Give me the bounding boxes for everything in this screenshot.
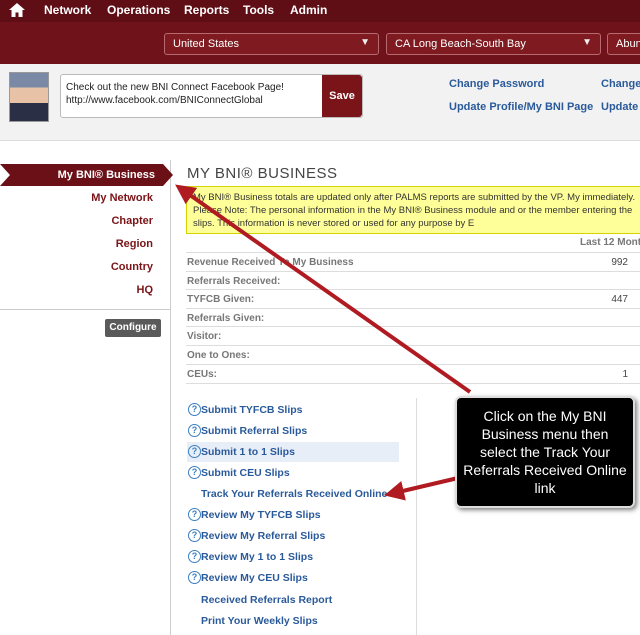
print-weekly-slips-link[interactable]: Print Your Weekly Slips [187, 611, 399, 631]
help-icon[interactable]: ? [188, 445, 201, 458]
nav-operations[interactable]: Operations [107, 3, 170, 17]
nav-admin[interactable]: Admin [290, 3, 327, 17]
link-label[interactable]: Submit CEU Slips [201, 467, 290, 479]
nav-tools[interactable]: Tools [243, 3, 274, 17]
change-password-link[interactable]: Change Password [449, 78, 544, 90]
link-label[interactable]: Review My 1 to 1 Slips [201, 551, 313, 563]
save-button[interactable]: Save [322, 75, 362, 117]
submit-tyfcb-link[interactable]: ? Submit TYFCB Slips [187, 400, 399, 420]
received-referrals-report-link[interactable]: Received Referrals Report [187, 590, 399, 610]
link-label[interactable]: Received Referrals Report [201, 594, 332, 606]
sidebar-item-chapter[interactable]: Chapter [111, 215, 153, 227]
country-select[interactable]: United States ▼ [164, 33, 379, 55]
notice-banner: My BNI® Business totals are updated only… [186, 186, 640, 234]
sidebar-notch [0, 164, 10, 186]
stat-row: Revenue Received To My Business 992 [186, 252, 640, 271]
chevron-down-icon: ▼ [360, 37, 370, 48]
home-icon[interactable] [9, 3, 25, 17]
help-icon[interactable]: ? [188, 466, 201, 479]
stat-label: Referrals Received: [187, 276, 281, 287]
main-nav: Network Operations Reports Tools Admin [0, 0, 640, 22]
status-message-text[interactable]: Check out the new BNI Connect Facebook P… [66, 81, 316, 107]
link-label[interactable]: Review My CEU Slips [201, 572, 308, 584]
link-label[interactable]: Print Your Weekly Slips [201, 615, 318, 627]
instruction-callout: Click on the My BNI Business menu then s… [455, 396, 635, 508]
nav-reports[interactable]: Reports [184, 3, 229, 17]
divider [0, 309, 170, 310]
stat-row: Referrals Received: [186, 271, 640, 290]
review-referral-link[interactable]: ? Review My Referral Slips [187, 526, 399, 546]
stat-value: 992 [611, 257, 628, 268]
sidebar-item-label: My BNI® Business [57, 169, 155, 181]
stat-label: Referrals Given: [187, 313, 265, 324]
stat-value: 1 [622, 369, 628, 380]
stat-label: Visitor: [187, 331, 222, 342]
configure-button[interactable]: Configure [105, 319, 161, 337]
link-label[interactable]: Track Your Referrals Received Online [201, 488, 387, 500]
stat-label: One to Ones: [187, 350, 250, 361]
update-profile-link[interactable]: Update Profile/My BNI Page [449, 101, 593, 113]
stat-label: CEUs: [187, 369, 218, 380]
stat-row: CEUs: 1 [186, 364, 640, 384]
stat-row: Referrals Given: [186, 308, 640, 327]
chevron-down-icon: ▼ [582, 37, 592, 48]
sidebar [0, 160, 171, 635]
stat-label: TYFCB Given: [187, 294, 255, 305]
country-select-value: United States [173, 38, 240, 50]
stat-row: TYFCB Given: 447 [186, 289, 640, 308]
avatar[interactable] [9, 72, 49, 122]
stat-row: One to Ones: [186, 345, 640, 364]
track-referrals-link[interactable]: Track Your Referrals Received Online [187, 484, 399, 504]
update-link[interactable]: Update I [601, 101, 640, 113]
help-icon[interactable]: ? [188, 571, 201, 584]
period-header: Last 12 Mont [580, 237, 640, 248]
status-message-box[interactable]: Check out the new BNI Connect Facebook P… [60, 74, 363, 118]
sidebar-item-country[interactable]: Country [111, 261, 153, 273]
chapter-select-value: Abun [616, 38, 640, 50]
sidebar-item-hq[interactable]: HQ [137, 284, 154, 296]
help-icon[interactable]: ? [188, 508, 201, 521]
stat-row: Visitor: [186, 326, 640, 345]
nav-network[interactable]: Network [44, 3, 91, 17]
help-icon[interactable]: ? [188, 424, 201, 437]
submit-ceu-link[interactable]: ? Submit CEU Slips [187, 463, 399, 483]
review-ceu-link[interactable]: ? Review My CEU Slips [187, 568, 399, 588]
review-tyfcb-link[interactable]: ? Review My TYFCB Slips [187, 505, 399, 525]
region-select-value: CA Long Beach-South Bay [395, 38, 526, 50]
help-icon[interactable]: ? [188, 403, 201, 416]
sidebar-item-region[interactable]: Region [116, 238, 153, 250]
change-link[interactable]: Change [601, 78, 640, 90]
submit-referral-link[interactable]: ? Submit Referral Slips [187, 421, 399, 441]
sidebar-item-my-network[interactable]: My Network [91, 192, 153, 204]
stat-value: 447 [611, 294, 628, 305]
sidebar-item-my-bni-business[interactable]: My BNI® Business [0, 164, 173, 186]
submit-1to1-link[interactable]: ? Submit 1 to 1 Slips [187, 442, 399, 462]
link-label[interactable]: Review My Referral Slips [201, 530, 325, 542]
page-title: MY BNI® BUSINESS [187, 165, 338, 182]
review-1to1-link[interactable]: ? Review My 1 to 1 Slips [187, 547, 399, 567]
link-label[interactable]: Submit TYFCB Slips [201, 404, 303, 416]
help-icon[interactable]: ? [188, 550, 201, 563]
link-label[interactable]: Submit 1 to 1 Slips [201, 446, 295, 458]
help-icon[interactable]: ? [188, 529, 201, 542]
region-select[interactable]: CA Long Beach-South Bay ▼ [386, 33, 601, 55]
sidebar-arrowhead [163, 164, 173, 186]
link-label[interactable]: Review My TYFCB Slips [201, 509, 321, 521]
stat-label: Revenue Received To My Business [187, 257, 354, 268]
link-label[interactable]: Submit Referral Slips [201, 425, 307, 437]
chapter-select[interactable]: Abun [607, 33, 640, 55]
